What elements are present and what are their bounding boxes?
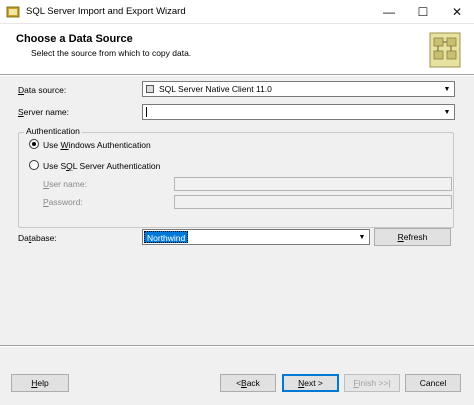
data-source-label-post: ata source: — [24, 85, 67, 95]
windows-auth-label-accel: W — [60, 140, 69, 150]
maximize-button[interactable]: ☐ — [406, 0, 440, 24]
chevron-down-icon[interactable]: ▼ — [440, 105, 454, 119]
database-label-pre: Da — [18, 233, 29, 243]
windows-auth-label-pre: Use — [43, 140, 61, 150]
data-source-label: Data source: — [18, 85, 66, 95]
help-button[interactable]: Help — [11, 374, 69, 392]
password-label-post: assword: — [48, 197, 83, 207]
wizard-header: Choose a Data Source Select the source f… — [0, 24, 474, 75]
page-subtitle: Select the source from which to copy dat… — [31, 48, 192, 58]
chevron-down-icon[interactable]: ▼ — [440, 82, 454, 96]
close-button[interactable]: ✕ — [440, 0, 474, 24]
authentication-group-label: Authentication — [24, 126, 82, 136]
refresh-button[interactable]: Refresh — [374, 228, 451, 246]
back-label-post: ack — [246, 378, 260, 388]
sql-auth-label-accel: Q — [66, 161, 73, 171]
footer-divider-highlight — [0, 346, 474, 347]
help-label-post: elp — [37, 378, 49, 388]
sql-auth-label[interactable]: Use SQL Server Authentication — [43, 161, 160, 171]
finish-label-post: inish >>| — [358, 378, 391, 388]
data-source-dropdown[interactable]: SQL Server Native Client 11.0 ▼ — [142, 81, 455, 97]
windows-auth-label-post: indows Authentication — [68, 140, 151, 150]
text-caret — [146, 107, 147, 117]
server-name-label: Server name: — [18, 107, 69, 117]
next-label-post: ext > — [304, 378, 323, 388]
title-bar: SQL Server Import and Export Wizard — ☐ … — [0, 0, 474, 24]
database-label: Database: — [18, 233, 57, 243]
database-provider-icon — [146, 85, 154, 93]
database-dropdown[interactable]: Northwind ▼ — [142, 229, 370, 245]
windows-auth-radio[interactable] — [29, 139, 39, 149]
sql-auth-radio[interactable] — [29, 160, 39, 170]
password-input[interactable] — [174, 195, 452, 209]
cancel-button[interactable]: Cancel — [405, 374, 461, 392]
server-name-label-post: erver name: — [23, 107, 70, 117]
minimize-icon: — — [383, 5, 395, 19]
back-button[interactable]: < Back — [220, 374, 276, 392]
password-label: Password: — [43, 197, 83, 207]
data-source-value: SQL Server Native Client 11.0 — [159, 84, 272, 94]
page-title: Choose a Data Source — [16, 33, 133, 45]
username-input[interactable] — [174, 177, 452, 191]
minimize-button[interactable]: — — [372, 0, 406, 24]
maximize-icon: ☐ — [417, 5, 429, 19]
database-value: Northwind — [144, 231, 189, 243]
sql-auth-label-pre: Use S — [43, 161, 67, 171]
window-title: SQL Server Import and Export Wizard — [26, 6, 186, 17]
username-label: User name: — [43, 179, 87, 189]
wizard-content: Data source: SQL Server Native Client 11… — [0, 76, 474, 405]
chevron-down-icon[interactable]: ▼ — [355, 230, 369, 244]
wizard-app-icon — [6, 6, 20, 18]
database-label-post: abase: — [31, 233, 57, 243]
close-icon: ✕ — [451, 5, 463, 19]
finish-button[interactable]: Finish >>| — [344, 374, 400, 392]
data-transfer-graphic-icon — [429, 32, 461, 68]
sql-auth-label-post: L Server Authentication — [72, 161, 161, 171]
username-label-post: ser name: — [49, 179, 87, 189]
refresh-label-post: efresh — [403, 232, 428, 242]
windows-auth-label[interactable]: Use Windows Authentication — [43, 140, 151, 150]
server-name-dropdown[interactable]: ▼ — [142, 104, 455, 120]
next-button[interactable]: Next > — [282, 374, 339, 392]
